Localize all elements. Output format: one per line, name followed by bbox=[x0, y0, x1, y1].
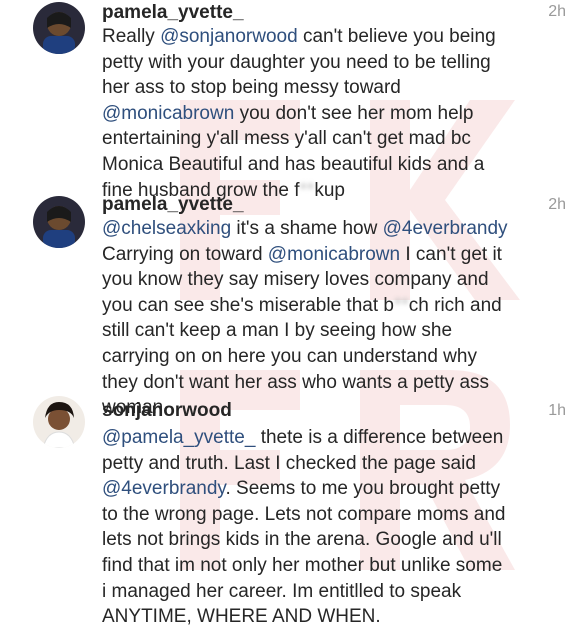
comment-line: petty and truth. Last I checked the page… bbox=[102, 451, 572, 477]
comment-line: @chelseaxking it's a shame how @4everbra… bbox=[102, 216, 572, 242]
comment-line: lets not brings kids in the arena. Googl… bbox=[102, 527, 572, 553]
mention-link[interactable]: @chelseaxking bbox=[102, 218, 231, 239]
censored-text: ** bbox=[393, 294, 409, 316]
text-span: lets not brings kids in the arena. Googl… bbox=[102, 529, 502, 551]
avatar-pamela[interactable] bbox=[33, 2, 85, 54]
text-span: petty and truth. Last I checked the page… bbox=[102, 452, 476, 474]
comment-line: entertaining y'all mess y'all can't get … bbox=[102, 126, 572, 152]
text-span: her ass to stop being messy toward bbox=[102, 77, 401, 99]
comment-line: find that im not only her mother but unl… bbox=[102, 553, 572, 579]
text-span: . Seems to me you brought petty bbox=[225, 478, 501, 500]
text-span: you can see she's miserable that b bbox=[102, 294, 394, 316]
comment-username[interactable]: pamela_yvette_ bbox=[102, 194, 244, 216]
text-span: entertaining y'all mess y'all can't get … bbox=[102, 128, 471, 150]
avatar-pamela-image bbox=[33, 196, 85, 248]
comment-username[interactable]: sonjanorwood bbox=[102, 400, 232, 422]
text-span: you don't see her mom help bbox=[234, 102, 474, 124]
avatar-sonja[interactable] bbox=[33, 396, 85, 448]
comment-line: i managed her career. Im entitlled to sp… bbox=[102, 579, 572, 605]
text-span: Monica Beautiful and has beautiful kids … bbox=[102, 153, 485, 175]
text-span: they don't want her ass who wants a pett… bbox=[102, 371, 490, 393]
text-span: ch rich and bbox=[408, 294, 502, 316]
text-span: i managed her career. Im entitlled to sp… bbox=[102, 580, 462, 602]
mention-link[interactable]: @sonjanorwood bbox=[160, 26, 298, 47]
text-span: ANYTIME, WHERE AND WHEN. bbox=[102, 606, 381, 628]
text-span: to the wrong page. Lets not compare moms… bbox=[102, 503, 506, 525]
text-span: Really bbox=[102, 26, 161, 47]
comment-text: Really @sonjanorwood can't believe you b… bbox=[102, 24, 572, 203]
comment-line: @monicabrown you don't see her mom help bbox=[102, 101, 572, 127]
comment-line: they don't want her ass who wants a pett… bbox=[102, 370, 572, 396]
mention-link[interactable]: @monicabrown bbox=[102, 103, 234, 124]
text-span: thete is a difference between bbox=[255, 427, 504, 448]
mention-link[interactable]: @4everbrandy bbox=[102, 478, 226, 499]
comment-line: to the wrong page. Lets not compare moms… bbox=[102, 502, 572, 528]
comment-line: Really @sonjanorwood can't believe you b… bbox=[102, 24, 572, 50]
text-span: it's a shame how bbox=[231, 218, 383, 239]
text-span: I can't get it bbox=[400, 243, 502, 265]
comment-line: carrying on on here you can understand w… bbox=[102, 344, 572, 370]
text-span: petty with your daughter you need to be … bbox=[102, 51, 491, 73]
comment-timestamp: 2h bbox=[548, 196, 566, 213]
comment-line: Carrying on toward @monicabrown I can't … bbox=[102, 242, 572, 268]
comment-line: @4everbrandy. Seems to me you brought pe… bbox=[102, 476, 572, 502]
comment-3: sonjanorwood 1h @pamela_yvette_ thete is… bbox=[0, 394, 588, 627]
text-span: you know they say misery loves company a… bbox=[102, 269, 489, 291]
mention-link[interactable]: @pamela_yvette_ bbox=[102, 427, 255, 448]
mention-link[interactable]: @monicabrown bbox=[268, 244, 400, 265]
mention-link[interactable]: @4everbrandy bbox=[383, 218, 508, 239]
comment-line: @pamela_yvette_ thete is a difference be… bbox=[102, 425, 572, 451]
comment-line: still can't keep a man I by seeing how s… bbox=[102, 318, 572, 344]
avatar-sonja-image bbox=[33, 396, 85, 448]
text-span: find that im not only her mother but unl… bbox=[102, 554, 503, 576]
text-span: Carrying on toward bbox=[102, 243, 268, 265]
comment-line: you know they say misery loves company a… bbox=[102, 267, 572, 293]
text-span: still can't keep a man I by seeing how s… bbox=[102, 320, 453, 342]
avatar-pamela-image bbox=[33, 2, 85, 54]
text-span: can't believe you being bbox=[297, 26, 496, 47]
comment-line: Monica Beautiful and has beautiful kids … bbox=[102, 152, 572, 178]
comment-line: ANYTIME, WHERE AND WHEN. bbox=[102, 604, 572, 630]
comment-line: her ass to stop being messy toward bbox=[102, 75, 572, 101]
comment-text: @pamela_yvette_ thete is a difference be… bbox=[102, 425, 572, 630]
avatar-pamela[interactable] bbox=[33, 196, 85, 248]
comment-line: you can see she's miserable that b**ch r… bbox=[102, 293, 572, 319]
comment-timestamp: 2h bbox=[548, 3, 566, 20]
comment-timestamp: 1h bbox=[548, 402, 566, 419]
comment-2: pamela_yvette_ 2h @chelseaxking it's a s… bbox=[0, 194, 588, 418]
comment-text: @chelseaxking it's a shame how @4everbra… bbox=[102, 216, 572, 421]
text-span: carrying on on here you can understand w… bbox=[102, 345, 477, 367]
comment-1: pamela_yvette_ 2h Really @sonjanorwood c… bbox=[0, 0, 588, 203]
comment-line: petty with your daughter you need to be … bbox=[102, 50, 572, 76]
comment-username[interactable]: pamela_yvette_ bbox=[102, 2, 244, 24]
